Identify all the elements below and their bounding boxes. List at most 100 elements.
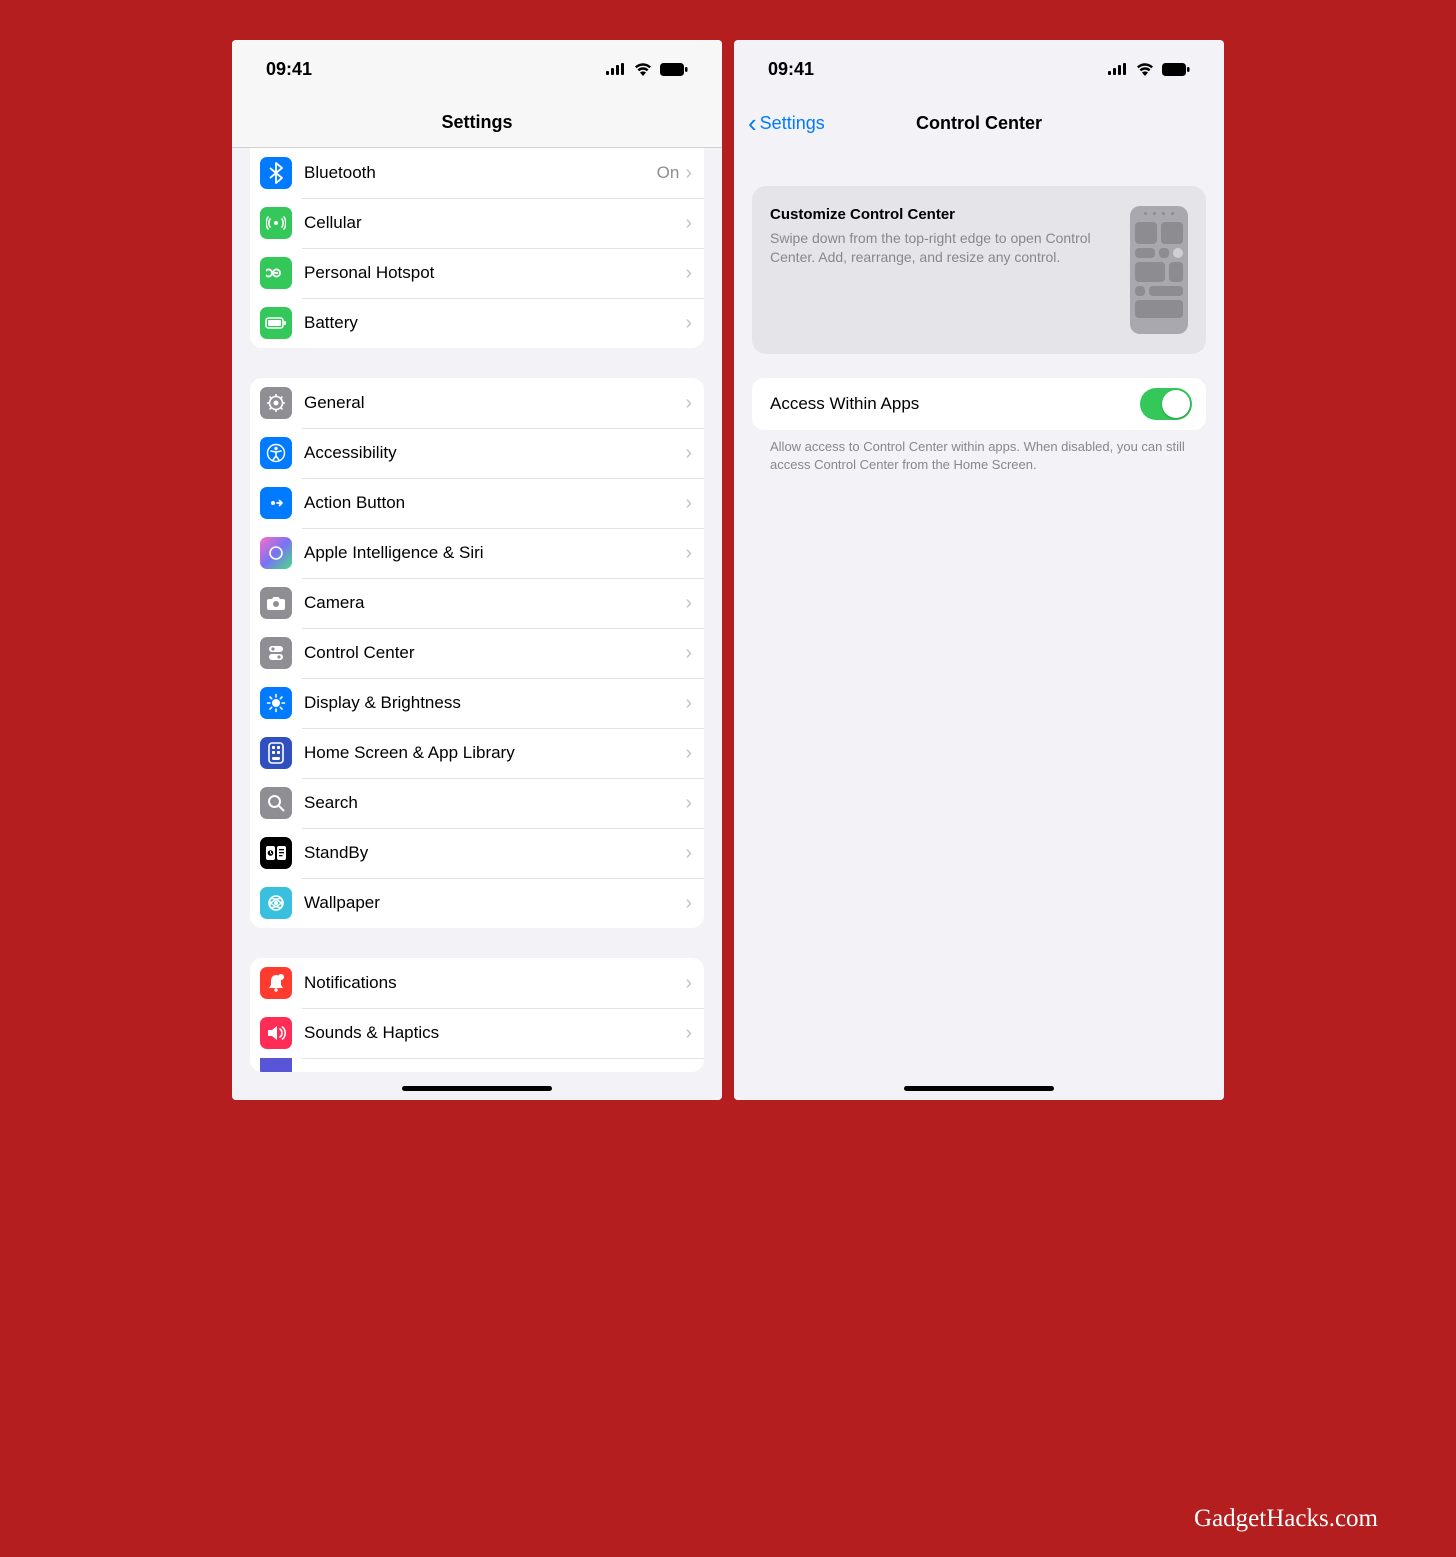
- row-label: Notifications: [304, 973, 685, 993]
- wifi-icon: [1136, 63, 1154, 76]
- chevron-right-icon: ›: [685, 263, 692, 283]
- gear-icon: [260, 387, 292, 419]
- brightness-icon: [260, 687, 292, 719]
- row-battery[interactable]: Battery ›: [250, 298, 704, 348]
- toggle-label: Access Within Apps: [770, 394, 919, 414]
- page-title: Settings: [441, 112, 512, 133]
- row-label: Sounds & Haptics: [304, 1023, 685, 1043]
- row-cellular[interactable]: Cellular ›: [250, 198, 704, 248]
- back-button[interactable]: ‹ Settings: [748, 110, 825, 136]
- row-label: StandBy: [304, 843, 685, 863]
- row-label: Home Screen & App Library: [304, 743, 685, 763]
- row-accessibility[interactable]: Accessibility ›: [250, 428, 704, 478]
- row-action-button[interactable]: Action Button ›: [250, 478, 704, 528]
- chevron-right-icon: ›: [685, 693, 692, 713]
- row-control-center[interactable]: Control Center ›: [250, 628, 704, 678]
- cellular-icon: [606, 63, 626, 75]
- chevron-right-icon: ›: [685, 793, 692, 813]
- chevron-right-icon: ›: [685, 213, 692, 233]
- row-label: Wallpaper: [304, 893, 685, 913]
- back-label: Settings: [760, 113, 825, 134]
- row-label: Control Center: [304, 643, 685, 663]
- home-screen-icon: [260, 737, 292, 769]
- row-display-brightness[interactable]: Display & Brightness ›: [250, 678, 704, 728]
- navbar-control-center: ‹ Settings Control Center: [734, 98, 1224, 148]
- page-title: Control Center: [916, 113, 1042, 134]
- sounds-icon: [260, 1017, 292, 1049]
- status-icons: [606, 63, 688, 76]
- footer-description: Allow access to Control Center within ap…: [752, 430, 1206, 481]
- row-bluetooth[interactable]: Bluetooth On ›: [250, 148, 704, 198]
- home-indicator: [904, 1086, 1054, 1091]
- switch-knob: [1162, 390, 1190, 418]
- row-label: General: [304, 393, 685, 413]
- row-wallpaper[interactable]: Wallpaper ›: [250, 878, 704, 928]
- row-notifications[interactable]: Notifications ›: [250, 958, 704, 1008]
- battery-icon: [1162, 63, 1190, 76]
- control-center-content[interactable]: Customize Control Center Swipe down from…: [734, 148, 1224, 1100]
- row-label: Action Button: [304, 493, 685, 513]
- chevron-right-icon: ›: [685, 493, 692, 513]
- wallpaper-icon: [260, 887, 292, 919]
- notifications-icon: [260, 967, 292, 999]
- battery-icon: [660, 63, 688, 76]
- status-time: 09:41: [266, 59, 312, 80]
- row-label: Accessibility: [304, 443, 685, 463]
- row-label: Camera: [304, 593, 685, 613]
- battery-settings-icon: [260, 307, 292, 339]
- wifi-icon: [634, 63, 652, 76]
- camera-icon: [260, 587, 292, 619]
- chevron-right-icon: ›: [685, 593, 692, 613]
- row-partial[interactable]: [250, 1058, 704, 1072]
- navbar-settings: Settings: [232, 98, 722, 148]
- watermark: GadgetHacks.com: [1194, 1505, 1378, 1533]
- bluetooth-icon: [260, 157, 292, 189]
- hotspot-icon: [260, 257, 292, 289]
- chevron-right-icon: ›: [685, 1023, 692, 1043]
- chevron-right-icon: ›: [685, 973, 692, 993]
- access-within-apps-row: Access Within Apps: [752, 378, 1206, 430]
- chevron-right-icon: ›: [685, 313, 692, 333]
- cellular-icon: [1108, 63, 1128, 75]
- chevron-left-icon: ‹: [748, 110, 757, 136]
- phone-control-center: 09:41 ‹ Settings Control Center Customiz…: [734, 40, 1224, 1100]
- standby-icon: [260, 837, 292, 869]
- chevron-right-icon: ›: [685, 893, 692, 913]
- row-personal-hotspot[interactable]: Personal Hotspot ›: [250, 248, 704, 298]
- customize-info-box[interactable]: Customize Control Center Swipe down from…: [752, 186, 1206, 354]
- settings-group-general: General › Accessibility › Action Button …: [250, 378, 704, 928]
- row-label: Bluetooth: [304, 163, 657, 183]
- search-icon: [260, 787, 292, 819]
- phone-settings: 09:41 Settings Bluetooth On › Cellula: [232, 40, 722, 1100]
- status-bar: 09:41: [734, 40, 1224, 98]
- row-label: Display & Brightness: [304, 693, 685, 713]
- home-indicator: [402, 1086, 552, 1091]
- chevron-right-icon: ›: [685, 543, 692, 563]
- siri-icon: [260, 537, 292, 569]
- control-center-graphic-icon: [1130, 206, 1188, 334]
- settings-content[interactable]: Bluetooth On › Cellular › Personal Hotsp…: [232, 148, 722, 1100]
- chevron-right-icon: ›: [685, 743, 692, 763]
- row-label: Search: [304, 793, 685, 813]
- chevron-right-icon: ›: [685, 393, 692, 413]
- row-sounds-haptics[interactable]: Sounds & Haptics ›: [250, 1008, 704, 1058]
- status-bar: 09:41: [232, 40, 722, 98]
- action-button-icon: [260, 487, 292, 519]
- chevron-right-icon: ›: [685, 163, 692, 183]
- row-camera[interactable]: Camera ›: [250, 578, 704, 628]
- settings-group-connectivity: Bluetooth On › Cellular › Personal Hotsp…: [250, 148, 704, 348]
- row-detail: On: [657, 163, 680, 183]
- chevron-right-icon: ›: [685, 643, 692, 663]
- row-general[interactable]: General ›: [250, 378, 704, 428]
- row-home-screen[interactable]: Home Screen & App Library ›: [250, 728, 704, 778]
- row-standby[interactable]: StandBy ›: [250, 828, 704, 878]
- row-apple-intelligence-siri[interactable]: Apple Intelligence & Siri ›: [250, 528, 704, 578]
- status-icons: [1108, 63, 1190, 76]
- accessibility-icon: [260, 437, 292, 469]
- access-within-apps-switch[interactable]: [1140, 388, 1192, 420]
- row-search[interactable]: Search ›: [250, 778, 704, 828]
- chevron-right-icon: ›: [685, 443, 692, 463]
- cellular-settings-icon: [260, 207, 292, 239]
- row-label: Battery: [304, 313, 685, 333]
- row-label: Cellular: [304, 213, 685, 233]
